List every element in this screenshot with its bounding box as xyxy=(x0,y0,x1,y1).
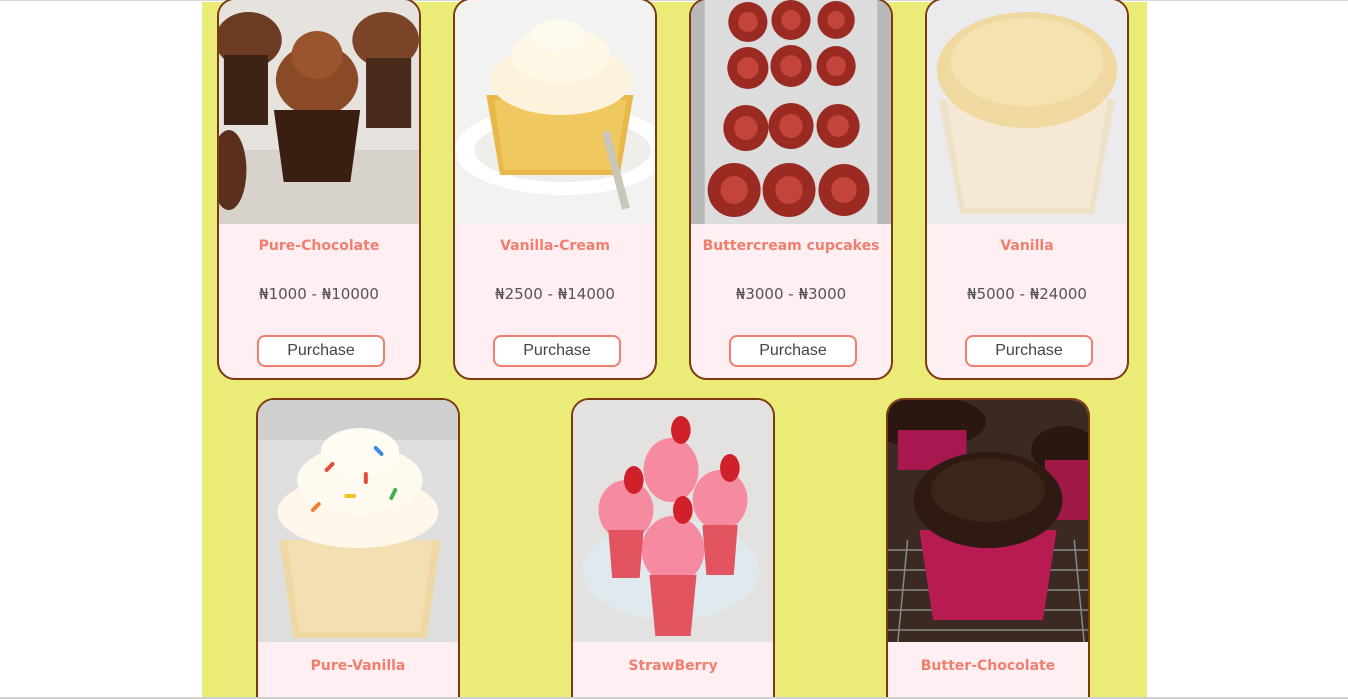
product-image-strawberry xyxy=(573,400,773,642)
product-price: ₦5000 - ₦24000 xyxy=(967,285,1087,303)
product-card-strawberry: StrawBerry xyxy=(571,398,775,699)
product-price: ₦2500 - ₦14000 xyxy=(495,285,615,303)
product-name: Pure-Chocolate xyxy=(258,238,380,254)
product-name: Pure-Vanilla xyxy=(310,658,406,674)
product-name: Buttercream cupcakes xyxy=(702,238,880,254)
product-name: Butter-Chocolate xyxy=(920,658,1056,674)
product-card-pure-vanilla: Pure-Vanilla xyxy=(256,398,460,699)
product-image-vanilla xyxy=(927,0,1127,224)
product-price: ₦3000 - ₦3000 xyxy=(735,285,847,303)
product-image-pure-chocolate xyxy=(219,0,419,224)
purchase-button[interactable]: Purchase xyxy=(729,335,857,367)
product-card-buttercream-cupcakes: Buttercream cupcakes ₦3000 - ₦3000 Purch… xyxy=(689,0,893,380)
product-name: Vanilla-Cream xyxy=(500,238,610,254)
product-card-butter-chocolate: Butter-Chocolate xyxy=(886,398,1090,699)
product-price: ₦1000 - ₦10000 xyxy=(259,285,379,303)
purchase-button[interactable]: Purchase xyxy=(493,335,621,367)
product-card-vanilla-cream: Vanilla-Cream ₦2500 - ₦14000 Purchase xyxy=(453,0,657,380)
purchase-button[interactable]: Purchase xyxy=(257,335,385,367)
top-divider xyxy=(0,0,1348,1)
product-name: Vanilla xyxy=(1000,238,1054,254)
product-image-buttercream-cupcakes xyxy=(691,0,891,224)
product-card-pure-chocolate: Pure-Chocolate ₦1000 - ₦10000 Purchase xyxy=(217,0,421,380)
purchase-button[interactable]: Purchase xyxy=(965,335,1093,367)
product-image-pure-vanilla xyxy=(258,400,458,642)
product-card-vanilla: Vanilla ₦5000 - ₦24000 Purchase xyxy=(925,0,1129,380)
product-image-vanilla-cream xyxy=(455,0,655,224)
products-panel: Pure-Chocolate ₦1000 - ₦10000 Purchase V xyxy=(202,0,1147,699)
product-image-butter-chocolate xyxy=(888,400,1088,642)
product-name: StrawBerry xyxy=(628,658,718,674)
page: Pure-Chocolate ₦1000 - ₦10000 Purchase V xyxy=(0,0,1348,699)
